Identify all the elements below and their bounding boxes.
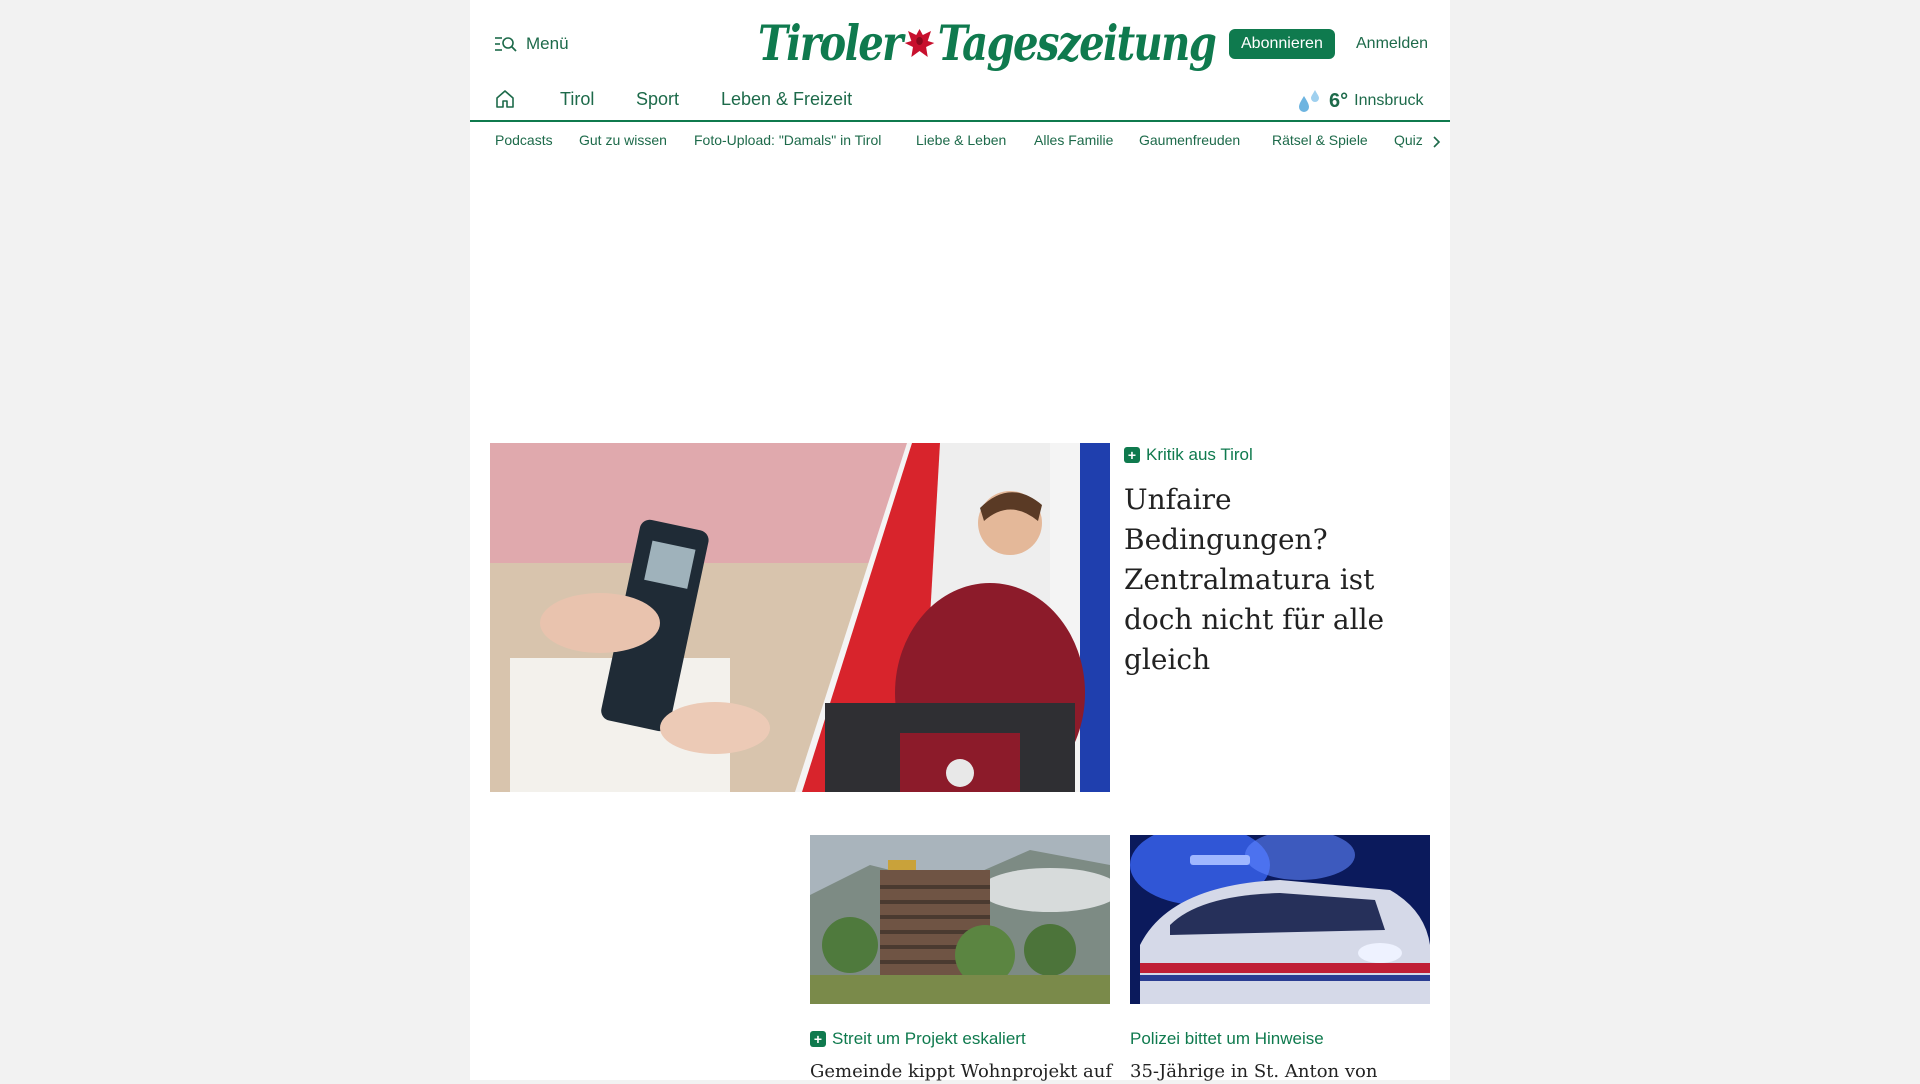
nav-item-leben-freizeit[interactable]: Leben & Freizeit bbox=[721, 89, 852, 110]
card-kicker-text: Streit um Projekt eskaliert bbox=[832, 1029, 1026, 1048]
site-logo[interactable]: Tiroler Tageszeitung bbox=[758, 14, 1217, 72]
hero-kicker-text: Kritik aus Tirol bbox=[1146, 445, 1253, 464]
login-link[interactable]: Anmelden bbox=[1356, 35, 1428, 53]
nav-item-tirol[interactable]: Tirol bbox=[560, 89, 594, 110]
subnav-item-podcasts[interactable]: Podcasts bbox=[495, 132, 553, 148]
hero-article-image[interactable] bbox=[490, 443, 1110, 792]
card-kicker-2: Polizei bittet um Hinweise bbox=[1130, 1029, 1324, 1049]
menu-button[interactable]: Menü bbox=[494, 34, 569, 54]
weather-widget[interactable]: 6° Innsbruck bbox=[1295, 88, 1424, 114]
card-image-hotel[interactable] bbox=[810, 835, 1110, 1004]
weather-temperature: 6° bbox=[1329, 89, 1349, 112]
hero-kicker: + Kritik aus Tirol bbox=[1124, 445, 1253, 465]
subnav-item-foto-upload[interactable]: Foto-Upload: "Damals" in Tirol bbox=[694, 132, 881, 148]
subnav-item-gut-zu-wissen[interactable]: Gut zu wissen bbox=[579, 132, 667, 148]
subnav-item-gaumenfreuden[interactable]: Gaumenfreuden bbox=[1139, 132, 1240, 148]
menu-search-icon bbox=[495, 37, 517, 52]
chevron-right-icon[interactable] bbox=[1432, 135, 1442, 149]
subnav-item-alles-familie[interactable]: Alles Familie bbox=[1034, 132, 1113, 148]
hero-photo bbox=[490, 443, 1110, 792]
card-headline-2[interactable]: 35-Jährige in St. Anton von bbox=[1130, 1060, 1430, 1084]
weather-city: Innsbruck bbox=[1354, 92, 1424, 109]
subnav-item-liebe-leben[interactable]: Liebe & Leben bbox=[916, 132, 1006, 148]
premium-plus-icon: + bbox=[1124, 447, 1140, 463]
subnav-item-raetsel-spiele[interactable]: Rätsel & Spiele bbox=[1272, 132, 1368, 148]
card-headline-1[interactable]: Gemeinde kippt Wohnprojekt auf bbox=[810, 1060, 1112, 1084]
nav-item-sport[interactable]: Sport bbox=[636, 89, 679, 110]
logo-word-left: Tiroler bbox=[758, 14, 903, 72]
subnav-item-quiz[interactable]: Quiz bbox=[1394, 132, 1423, 148]
premium-plus-icon: + bbox=[810, 1031, 826, 1047]
menu-label: Menü bbox=[526, 34, 569, 53]
card-kicker-text: Polizei bittet um Hinweise bbox=[1130, 1029, 1324, 1048]
rain-drops-icon bbox=[1299, 90, 1319, 112]
main-navigation: Tirol Sport Leben & Freizeit 6° Innsbruc… bbox=[470, 78, 1450, 122]
tyrolean-eagle-icon bbox=[904, 29, 935, 57]
card-kicker-1: + Streit um Projekt eskaliert bbox=[810, 1029, 1026, 1049]
subscribe-button[interactable]: Abonnieren bbox=[1229, 29, 1335, 59]
page: Menü Tiroler Tageszeitung Abonnieren Anm… bbox=[470, 0, 1450, 1082]
logo-word-right: Tageszeitung bbox=[937, 14, 1217, 72]
police-car-photo bbox=[1130, 835, 1430, 1004]
hotel-photo bbox=[810, 835, 1110, 1004]
home-icon[interactable] bbox=[494, 88, 516, 110]
hero-headline[interactable]: Unfaire Bedingungen? Zentralmatura ist d… bbox=[1124, 480, 1434, 680]
sub-navigation: Podcasts Gut zu wissen Foto-Upload: "Dam… bbox=[470, 132, 1450, 154]
card-image-police[interactable] bbox=[1130, 835, 1430, 1004]
